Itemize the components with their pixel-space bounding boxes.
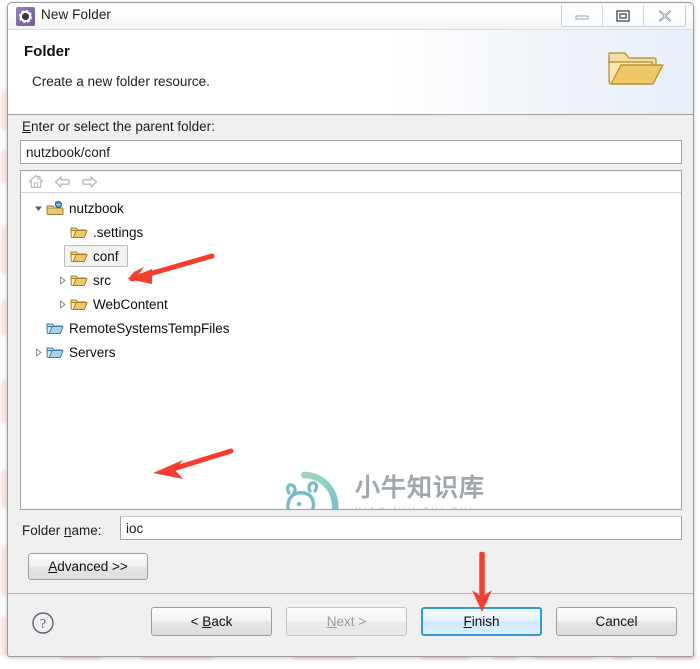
watermark-chinese: 小牛知识库: [355, 473, 486, 502]
svg-text:?: ?: [40, 617, 46, 632]
twisty-none-icon: [55, 244, 69, 268]
back-button[interactable]: < Back: [151, 607, 272, 636]
blue-folder-icon: [45, 344, 65, 360]
tree-item-nutzbook[interactable]: nutzbook: [21, 196, 681, 220]
open-folder-icon: [608, 52, 664, 85]
page-description: Create a new folder resource.: [32, 74, 210, 89]
close-icon[interactable]: [644, 5, 685, 26]
twisty-down-icon[interactable]: [31, 196, 45, 220]
twisty-right-icon[interactable]: [55, 268, 69, 292]
finish-button[interactable]: Finish: [421, 607, 542, 636]
project-icon: [45, 200, 65, 216]
folder-icon: [69, 296, 89, 312]
watermark-logo: 小牛知识库 XIAO NIU ZHI SHI KU: [259, 467, 487, 509]
cancel-button[interactable]: Cancel: [556, 607, 677, 636]
window-controls: [561, 5, 686, 27]
next-button: Next >: [286, 607, 407, 636]
new-wizard-icon: [16, 7, 35, 26]
back-icon[interactable]: [53, 173, 72, 191]
twisty-none-icon: [31, 316, 45, 340]
minimize-icon[interactable]: [562, 5, 603, 26]
tree-item-label: src: [93, 272, 111, 288]
folder-name-label: Folder name:: [22, 523, 102, 538]
tree-item-webcontent[interactable]: WebContent: [21, 292, 681, 316]
twisty-right-icon[interactable]: [55, 292, 69, 316]
folder-name-input[interactable]: [120, 516, 682, 540]
tree-item-src[interactable]: src: [21, 268, 681, 292]
parent-folder-input[interactable]: [20, 140, 682, 164]
tree-item-label: nutzbook: [69, 200, 124, 216]
watermark-mark: [285, 471, 339, 509]
home-icon[interactable]: [26, 173, 45, 191]
title-bar: New Folder: [8, 3, 693, 30]
folder-tree-panel: nutzbook .settings conf src WebContent Remote…: [20, 170, 682, 510]
dialog-footer: ? < Back Next > Finish Cancel: [8, 593, 693, 656]
forward-icon[interactable]: [80, 173, 99, 191]
tree-item-label: RemoteSystemsTempFiles: [69, 320, 230, 336]
tree-item-label: Servers: [69, 344, 116, 360]
folder-tree[interactable]: nutzbook .settings conf src WebContent Remote…: [21, 193, 681, 364]
tree-item-servers[interactable]: Servers: [21, 340, 681, 364]
tree-toolbar: [21, 171, 681, 193]
tree-item-label: WebContent: [93, 296, 168, 312]
advanced-button[interactable]: Advanced >>: [28, 553, 148, 580]
twisty-right-icon[interactable]: [31, 340, 45, 364]
blue-folder-icon: [45, 320, 65, 336]
wizard-header: Folder Create a new folder resource.: [8, 30, 693, 115]
new-folder-dialog: New Folder Folder Create a new folder re…: [7, 2, 694, 657]
folder-icon: [69, 224, 89, 240]
tree-item-settings[interactable]: .settings: [21, 220, 681, 244]
folder-icon: [69, 248, 89, 264]
tree-item-label: .settings: [93, 224, 144, 240]
page-title: Folder: [24, 43, 70, 60]
wizard-buttons: < Back Next > Finish Cancel: [151, 607, 677, 636]
dialog-body: Enter or select the parent folder: nutzb…: [8, 115, 693, 593]
watermark-pinyin: XIAO NIU ZHI SHI KU: [355, 506, 487, 509]
tree-item-conf[interactable]: conf: [21, 244, 681, 268]
parent-folder-label: Enter or select the parent folder:: [22, 119, 215, 134]
window-title: New Folder: [41, 7, 112, 22]
folder-icon: [69, 272, 89, 288]
twisty-none-icon: [55, 220, 69, 244]
help-icon[interactable]: ?: [31, 611, 55, 635]
maximize-icon[interactable]: [603, 5, 644, 26]
tree-item-label: conf: [93, 248, 119, 264]
tree-item-remotesystemstempfiles[interactable]: RemoteSystemsTempFiles: [21, 316, 681, 340]
